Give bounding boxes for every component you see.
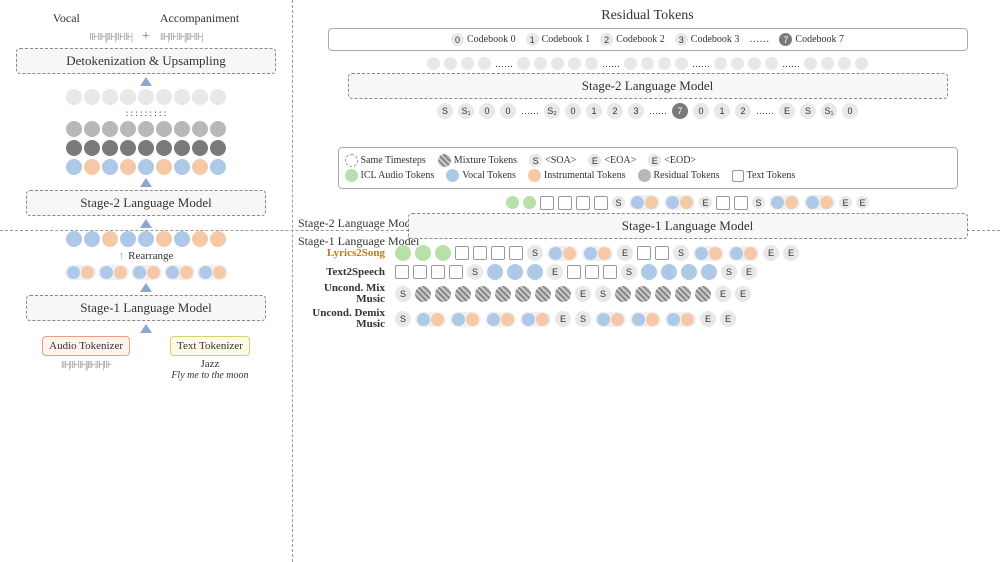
stage2-box: Stage-2 Language Model xyxy=(26,190,266,216)
rearrange-label: Rearrange xyxy=(128,250,173,262)
stage1-box: Stage-1 Language Model xyxy=(26,295,266,321)
uncond-mix-row: Uncond. Mix Music S E S E E xyxy=(307,283,988,305)
lyrics2song-row: Lyrics2Song S E S E E xyxy=(307,245,988,261)
paired-row xyxy=(12,265,280,280)
up-arrow-4 xyxy=(140,283,152,292)
stage2-model-box: Stage-2 Language Model xyxy=(348,73,948,99)
token-legend: Same Timesteps Mixture Tokens S<SOA> E<E… xyxy=(338,147,958,189)
vdots: : : : : : : : : : xyxy=(12,108,280,118)
up-arrow-1 xyxy=(140,77,152,86)
wave-input: ⊪|⊪⊪||⊪⊪|⊪ xyxy=(42,360,130,371)
wave-accomp: ⊪|⊪⊪||⊪⊪| xyxy=(160,32,203,43)
plus-sign: + xyxy=(142,29,150,45)
up-arrow-2 xyxy=(140,178,152,187)
text-tokenizer-box: Text Tokenizer xyxy=(170,336,250,356)
left-panel: Vocal Accompaniment ⊪⊪||⊪|⊪⊪| + ⊪|⊪⊪||⊪⊪… xyxy=(0,0,292,562)
up-arrow-3 xyxy=(140,219,152,228)
uncond-demix-row: Uncond. Demix Music S E S E E xyxy=(307,308,988,330)
genre-input: Jazz xyxy=(170,358,250,370)
up-arrow-5 xyxy=(140,324,152,333)
output-row-light xyxy=(12,89,280,105)
dark-row xyxy=(12,140,280,156)
detok-box: Detokenization & Upsampling xyxy=(16,48,276,74)
mid-row-1 xyxy=(12,121,280,137)
vocal-label: Vocal xyxy=(53,11,80,26)
right-panel: Residual Tokens 0Codebook 0 1Codebook 1 … xyxy=(295,0,1000,562)
stage2-input-row: S S₁ 0 0 …… S₂ 0 1 2 3 …… 7 0 1 2 …… E S… xyxy=(307,103,988,119)
blue-orange-row xyxy=(12,159,280,175)
audio-tokenizer-box: Audio Tokenizer xyxy=(42,336,130,356)
codebook-legend: 0Codebook 0 1Codebook 1 2Codebook 2 3Cod… xyxy=(328,28,968,51)
residual-title: Residual Tokens xyxy=(307,8,988,24)
accompaniment-label: Accompaniment xyxy=(160,11,239,26)
lyrics-input: Fly me to the moon xyxy=(170,370,250,381)
stage1-output-row: S E S E E xyxy=(387,195,988,210)
text2speech-row: Text2Speech S E S S E xyxy=(307,264,988,280)
interleaved-row xyxy=(12,231,280,247)
wave-vocal: ⊪⊪||⊪|⊪⊪| xyxy=(89,32,132,43)
stage1-model-box: Stage-1 Language Model xyxy=(408,213,968,239)
stage2-output-row: …… …… …… …… xyxy=(307,57,988,70)
